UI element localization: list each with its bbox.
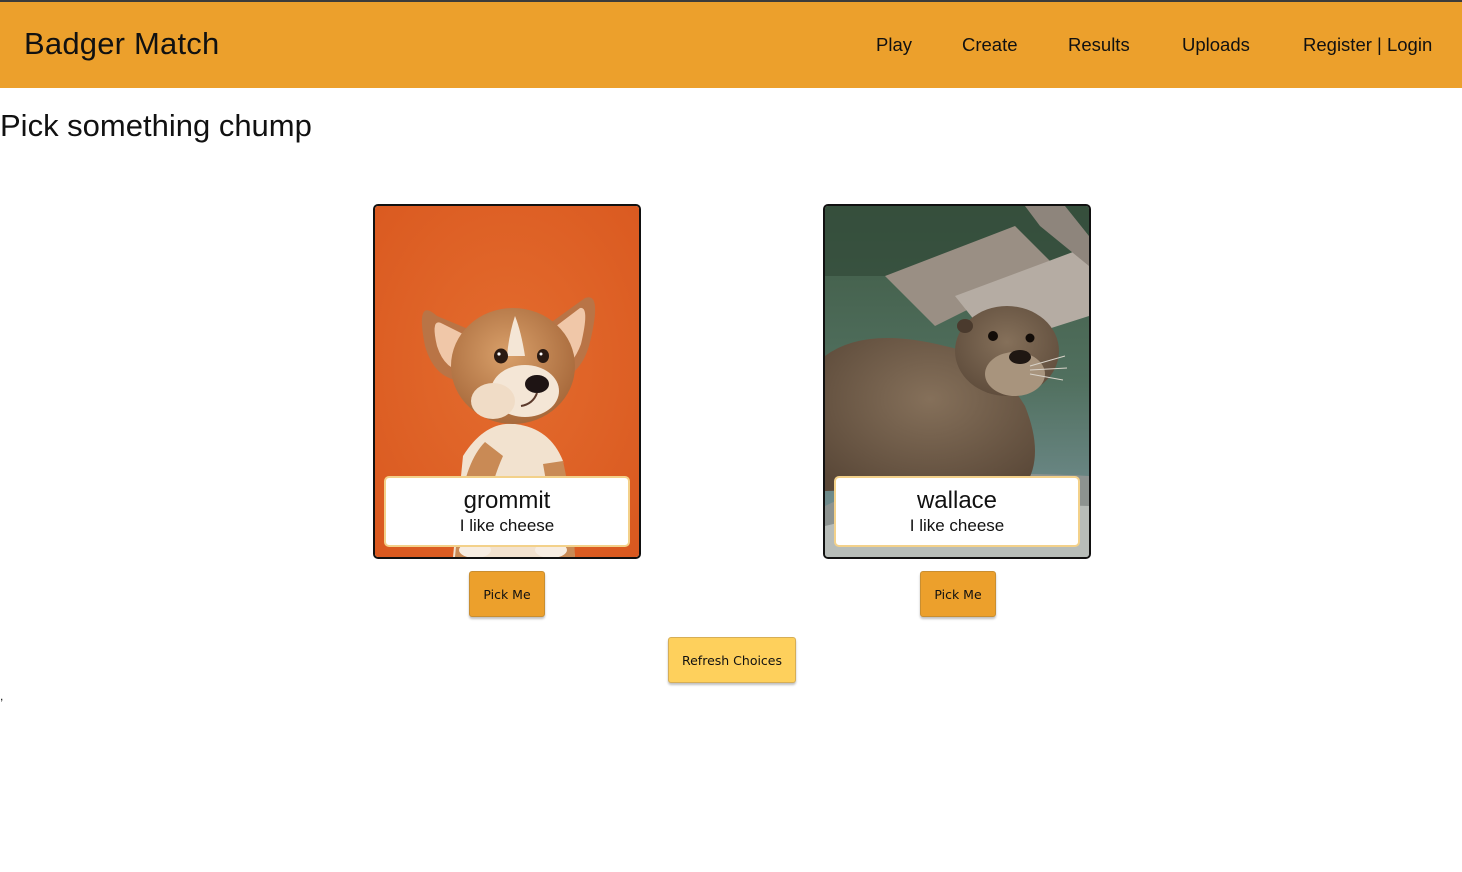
refresh-choices-button[interactable]: Refresh Choices xyxy=(668,637,796,683)
pick-me-button-wallace[interactable]: Pick Me xyxy=(920,571,996,617)
nav-link-uploads[interactable]: Uploads xyxy=(1182,34,1250,56)
card-bio: I like cheese xyxy=(909,516,1005,535)
nav-link-create[interactable]: Create xyxy=(962,34,1018,56)
stray-text-mark: , xyxy=(0,689,4,703)
pick-me-button-grommit[interactable]: Pick Me xyxy=(469,571,545,617)
card-name: grommit xyxy=(463,487,551,514)
page-title: Pick something chump xyxy=(0,108,312,143)
navbar: Badger Match Play Create Results Uploads… xyxy=(0,2,1462,88)
card-caption: grommit I like cheese xyxy=(384,476,630,547)
profile-card-grommit: grommit I like cheese xyxy=(373,204,641,559)
nav-link-play[interactable]: Play xyxy=(876,34,912,56)
card-name: wallace xyxy=(916,487,998,514)
nav-link-results[interactable]: Results xyxy=(1068,34,1130,56)
card-caption: wallace I like cheese xyxy=(834,476,1080,547)
card-bio: I like cheese xyxy=(459,516,555,535)
brand-logo[interactable]: Badger Match xyxy=(24,26,219,62)
nav-link-register-login[interactable]: Register | Login xyxy=(1303,34,1432,56)
profile-card-wallace: wallace I like cheese xyxy=(823,204,1091,559)
